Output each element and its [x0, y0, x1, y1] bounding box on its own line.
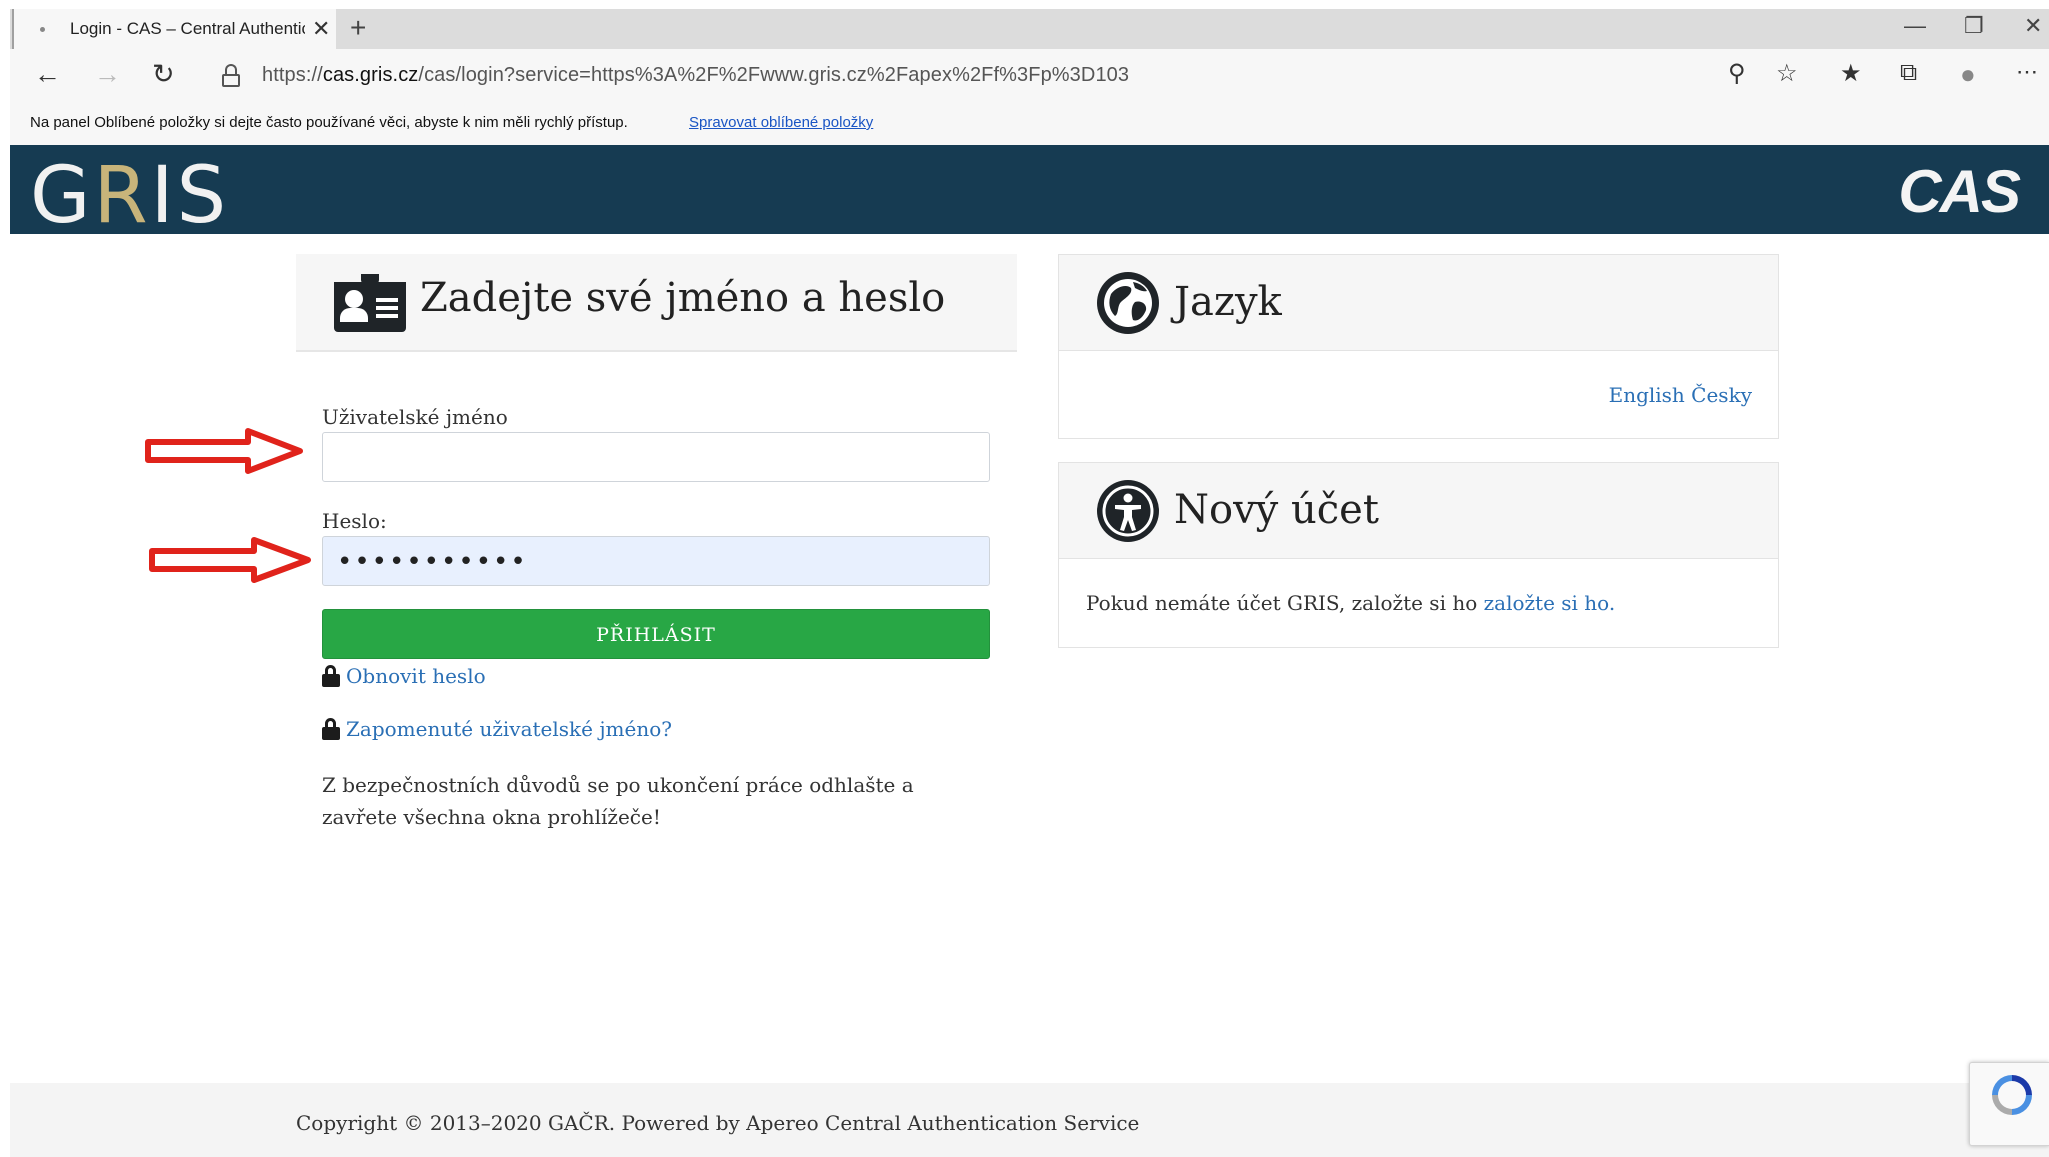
new-account-text: Pokud nemáte účet GRIS, založte si ho za… [1086, 591, 1616, 615]
zoom-icon[interactable]: ⚲ [1728, 59, 1746, 88]
new-account-title: Nový účet [1174, 487, 1379, 533]
back-icon[interactable]: ← [34, 59, 61, 90]
create-account-link[interactable]: založte si ho. [1484, 591, 1616, 615]
cas-logo: CAS [1898, 158, 2021, 225]
username-label: Uživatelské jméno [322, 405, 508, 429]
minimize-icon[interactable]: — [1904, 13, 1926, 39]
favorites-list-icon[interactable]: ★ [1840, 59, 1862, 88]
tab-close-icon[interactable]: ✕ [312, 16, 330, 42]
login-button[interactable]: PŘIHLÁSIT [322, 609, 990, 659]
new-tab-icon[interactable]: + [350, 12, 366, 44]
recaptcha-badge[interactable] [1969, 1062, 2049, 1146]
gris-logo[interactable]: GRIS [30, 151, 229, 241]
refresh-icon[interactable]: ↻ [152, 59, 175, 90]
manage-favorites-link[interactable]: Spravovat oblíbené položky [689, 114, 873, 131]
reset-password-link[interactable]: Obnovit heslo [346, 664, 486, 688]
id-card-icon [334, 274, 406, 332]
login-title: Zadejte své jméno a heslo [420, 275, 946, 321]
password-label: Heslo: [322, 509, 387, 533]
site-header: GRIS CAS [10, 145, 2049, 241]
username-arrow-icon [145, 428, 303, 474]
language-card: Jazyk English Česky [1058, 254, 1779, 439]
browser-nav-bar: ← → ↻ https://cas.gris.cz/cas/login?serv… [10, 49, 2049, 105]
new-account-card: Nový účet Pokud nemáte účet GRIS, založt… [1058, 462, 1779, 648]
language-options[interactable]: English Česky [1609, 383, 1752, 407]
tab-title: Login - CAS – Central Authentication Ser… [70, 19, 305, 38]
accessibility-icon [1097, 480, 1159, 542]
favorites-bar-message: Na panel Oblíbené položky si dejte často… [30, 114, 628, 131]
padlock-icon [322, 718, 340, 740]
globe-icon [1097, 272, 1159, 334]
favorites-bar: Na panel Oblíbené položky si dejte často… [10, 105, 2049, 145]
password-input[interactable]: ••••••••••• [322, 536, 990, 586]
language-card-header: Jazyk [1059, 255, 1778, 351]
restore-icon[interactable]: ❐ [1964, 13, 1984, 39]
padlock-icon [322, 665, 340, 687]
forgot-username-link[interactable]: Zapomenuté uživatelské jméno? [346, 717, 672, 741]
password-arrow-icon [149, 537, 311, 583]
lock-icon[interactable] [222, 64, 240, 88]
address-bar[interactable]: https://cas.gris.cz/cas/login?service=ht… [262, 64, 1129, 87]
more-menu-icon[interactable]: ⋯ [2016, 59, 2038, 85]
collections-icon[interactable]: ⧉ [1900, 59, 1917, 87]
profile-avatar-icon[interactable]: ● [1960, 59, 1976, 90]
language-title: Jazyk [1174, 279, 1282, 325]
recaptcha-icon [1992, 1075, 2032, 1115]
security-note: Z bezpečnostních důvodů se po ukončení p… [322, 773, 914, 829]
footer-copyright: Copyright © 2013–2020 GAČR. Powered by A… [296, 1111, 1140, 1135]
login-card-header: Zadejte své jméno a heslo [296, 254, 1017, 352]
new-account-card-header: Nový účet [1059, 463, 1778, 559]
tab-favicon-icon [40, 27, 45, 32]
browser-tab[interactable]: Login - CAS – Central Authentication Ser… [12, 9, 336, 49]
favorite-star-icon[interactable]: ☆ [1776, 59, 1798, 88]
browser-tab-bar: Login - CAS – Central Authentication Ser… [10, 9, 2049, 49]
footer: Copyright © 2013–2020 GAČR. Powered by A… [10, 1083, 2049, 1157]
window-close-icon[interactable]: ✕ [2024, 13, 2042, 39]
username-input[interactable] [322, 432, 990, 482]
forward-icon[interactable]: → [94, 59, 121, 90]
